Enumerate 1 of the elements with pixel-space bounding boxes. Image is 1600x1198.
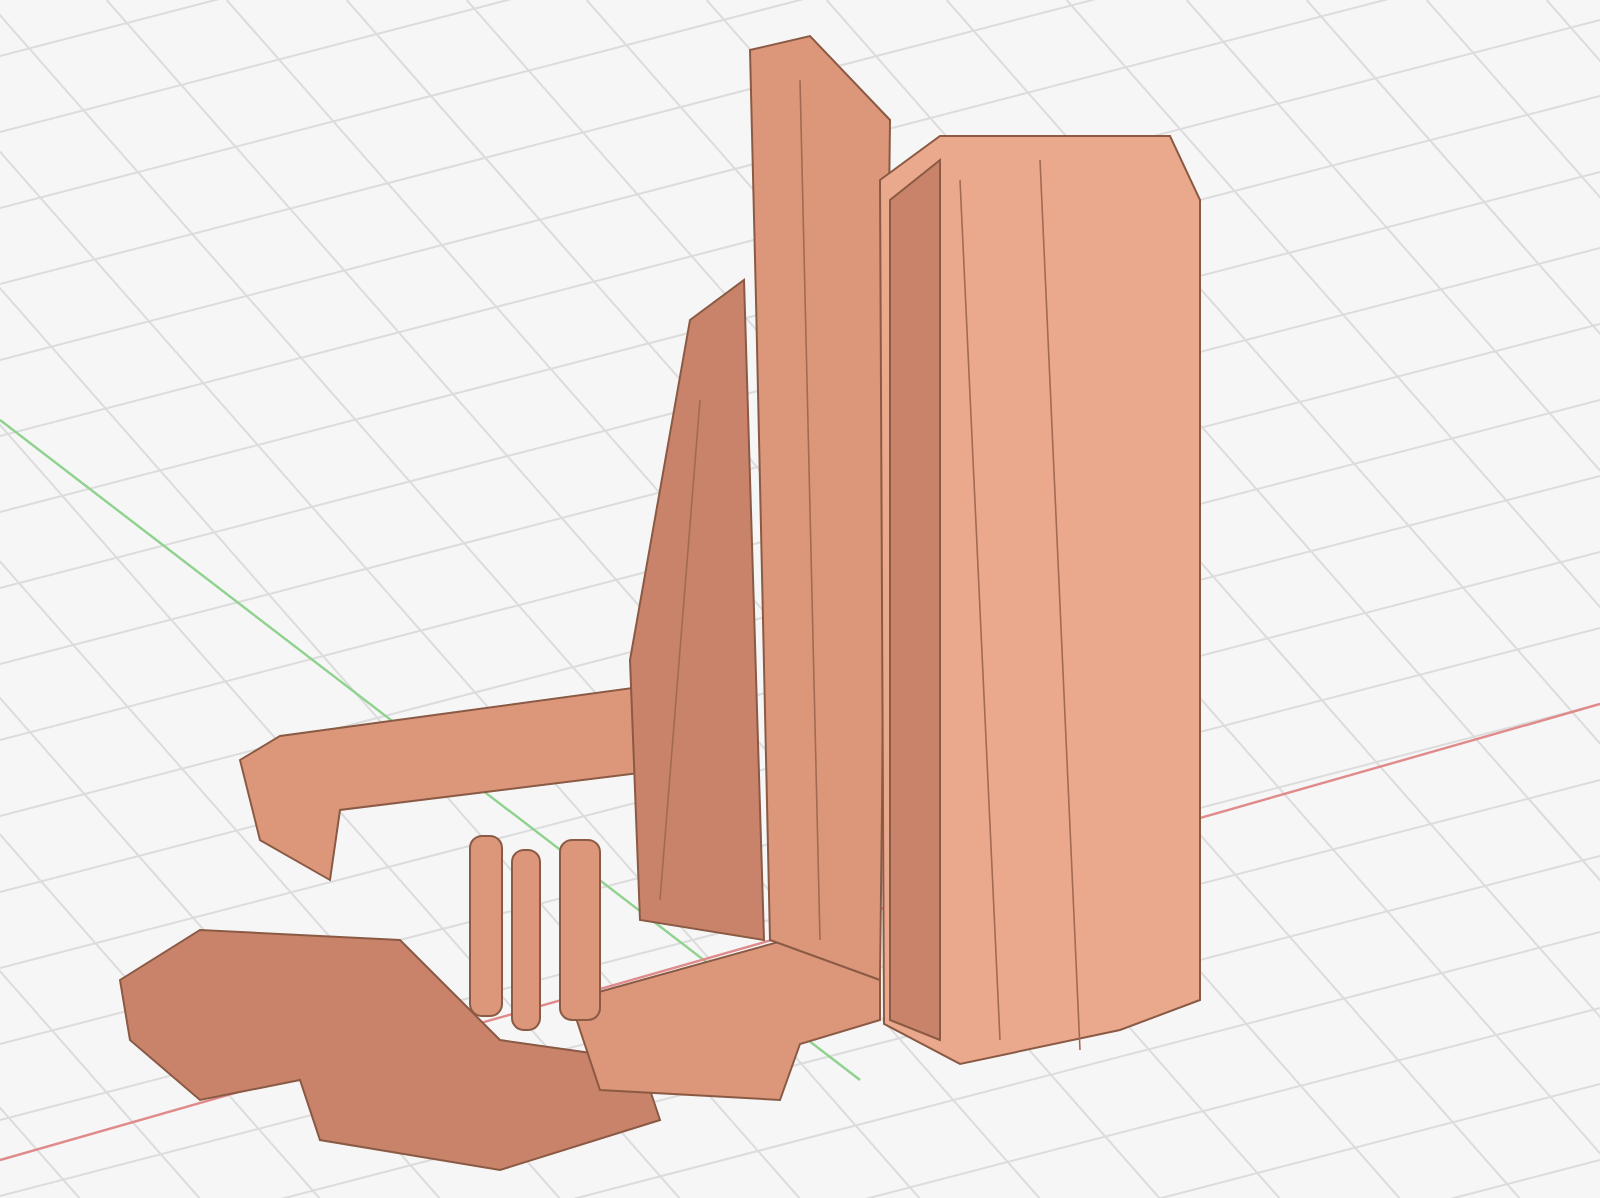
3d-viewport[interactable] xyxy=(0,0,1600,1198)
